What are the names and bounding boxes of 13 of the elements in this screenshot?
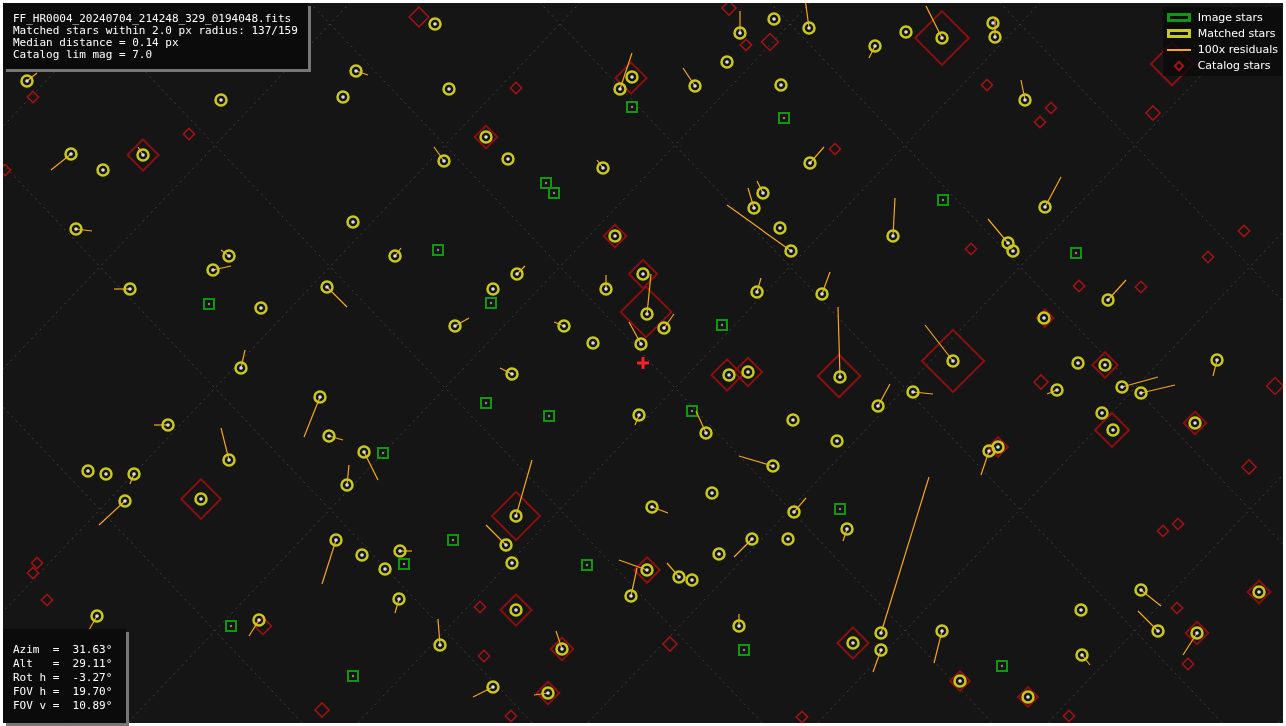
pointing-text: Rot h = -3.27° bbox=[13, 671, 114, 685]
info-text: Matched stars within 2.0 px radius: 137/159 bbox=[13, 25, 298, 37]
pointing-text: FOV v = 10.89° bbox=[13, 699, 114, 713]
legend-label: Catalog stars bbox=[1197, 59, 1271, 72]
legend-label: Image stars bbox=[1197, 11, 1263, 24]
pointing-text: Alt = 29.11° bbox=[13, 657, 114, 671]
info-text: Median distance = 0.14 px bbox=[13, 37, 180, 49]
legend-label: 100x residuals bbox=[1197, 43, 1278, 56]
pointing-text: Azim = 31.63° bbox=[13, 643, 114, 657]
legend-label: Matched stars bbox=[1197, 27, 1276, 40]
pointing-text: FOV h = 19.70° bbox=[13, 685, 114, 699]
info-text: FF_HR0004_20240704_214248_329_0194048.fits bbox=[13, 13, 293, 25]
info-text: Catalog lim mag = 7.0 bbox=[13, 49, 154, 61]
